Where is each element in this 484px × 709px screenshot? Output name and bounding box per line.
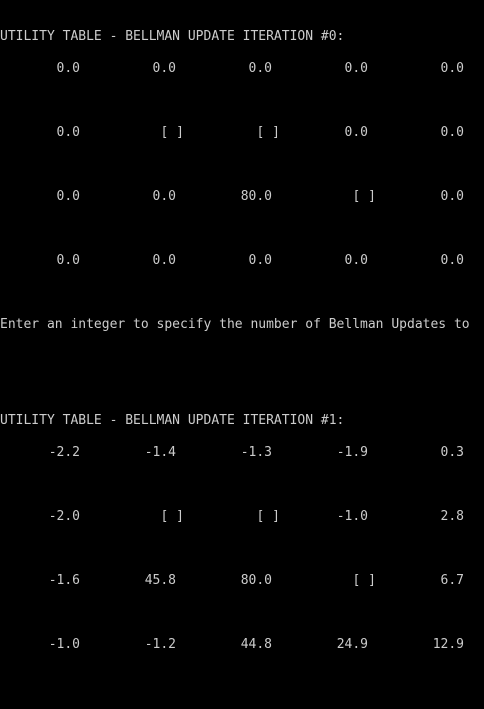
wall-cell: [ ]: [352, 189, 376, 204]
table-cell: 0.0: [56, 253, 80, 268]
table-cell: 0.0: [248, 61, 272, 76]
wall-cell: [ ]: [160, 125, 184, 140]
table-title: UTILITY TABLE - BELLMAN UPDATE ITERATION…: [0, 413, 345, 428]
table-cell: 0.0: [248, 253, 272, 268]
table-cell: -1.3: [240, 445, 272, 460]
table-cell: -1.6: [48, 573, 80, 588]
table-cell: 0.0: [344, 253, 368, 268]
table-cell: 0.0: [152, 253, 176, 268]
table-cell: 0.0: [56, 61, 80, 76]
table-cell: 2.8: [440, 509, 464, 524]
table-cell: 0.0: [344, 61, 368, 76]
table-cell: 12.9: [432, 637, 464, 652]
wall-cell: [ ]: [352, 573, 376, 588]
table-cell: -2.2: [48, 445, 80, 460]
console-output: UTILITY TABLE - BELLMAN UPDATE ITERATION…: [0, 0, 484, 709]
table-cell: 0.0: [56, 189, 80, 204]
wall-cell: [ ]: [256, 509, 280, 524]
table-cell: 0.0: [56, 125, 80, 140]
table-cell: 80.0: [240, 573, 272, 588]
table-cell: -1.2: [144, 637, 176, 652]
table-cell: 0.0: [440, 253, 464, 268]
table-cell: 6.7: [440, 573, 464, 588]
input-prompt: Enter an integer to specify the number o…: [0, 317, 470, 332]
table-cell: 0.0: [440, 189, 464, 204]
table-cell: 0.0: [440, 61, 464, 76]
table-title: UTILITY TABLE - BELLMAN UPDATE ITERATION…: [0, 29, 345, 44]
wall-cell: [ ]: [160, 509, 184, 524]
table-cell: 0.0: [152, 61, 176, 76]
table-cell: -1.9: [336, 445, 368, 460]
table-cell: 45.8: [144, 573, 176, 588]
table-cell: 80.0: [240, 189, 272, 204]
table-cell: -2.0: [48, 509, 80, 524]
table-cell: 0.0: [344, 125, 368, 140]
table-cell: 0.3: [440, 445, 464, 460]
wall-cell: [ ]: [256, 125, 280, 140]
table-cell: 0.0: [440, 125, 464, 140]
table-cell: 44.8: [240, 637, 272, 652]
table-cell: -1.0: [48, 637, 80, 652]
table-cell: 0.0: [152, 189, 176, 204]
table-cell: -1.4: [144, 445, 176, 460]
table-cell: 24.9: [336, 637, 368, 652]
table-cell: -1.0: [336, 509, 368, 524]
